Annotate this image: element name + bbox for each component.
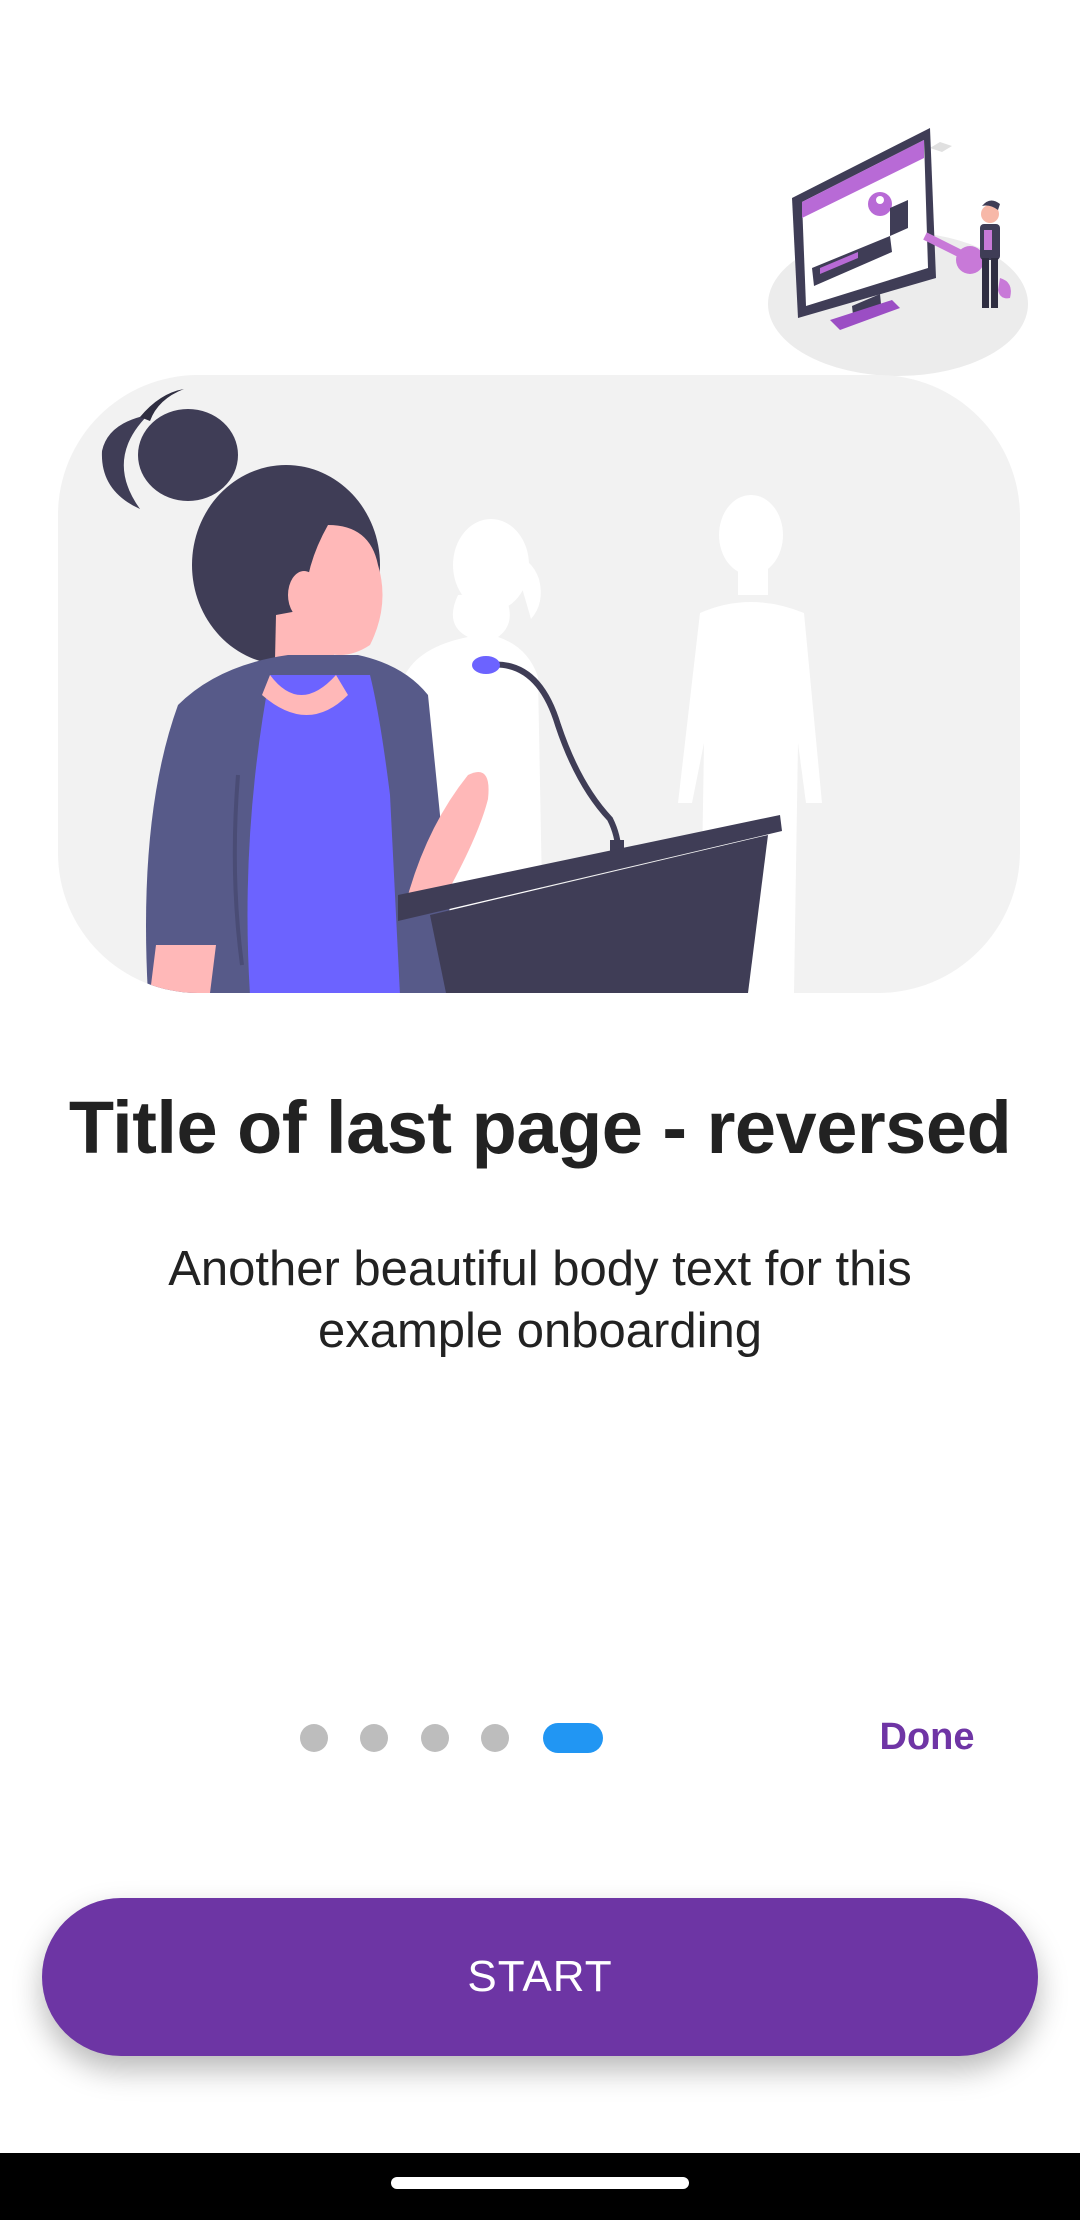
start-button[interactable]: START xyxy=(42,1898,1038,2056)
page-dot-1[interactable] xyxy=(300,1724,328,1752)
page-dot-2[interactable] xyxy=(360,1724,388,1752)
page-dot-4[interactable] xyxy=(481,1724,509,1752)
system-navigation-bar xyxy=(0,2153,1080,2220)
page-dot-5-active[interactable] xyxy=(543,1723,603,1753)
page-dot-3[interactable] xyxy=(421,1724,449,1752)
page-title: Title of last page - reversed xyxy=(68,1086,1012,1169)
woman-at-podium-illustration xyxy=(58,375,1020,993)
done-button[interactable]: Done xyxy=(862,1712,992,1762)
home-indicator[interactable] xyxy=(391,2177,689,2189)
page-body-text: Another beautiful body text for this exa… xyxy=(168,1242,912,1358)
login-key-illustration xyxy=(760,118,1040,378)
